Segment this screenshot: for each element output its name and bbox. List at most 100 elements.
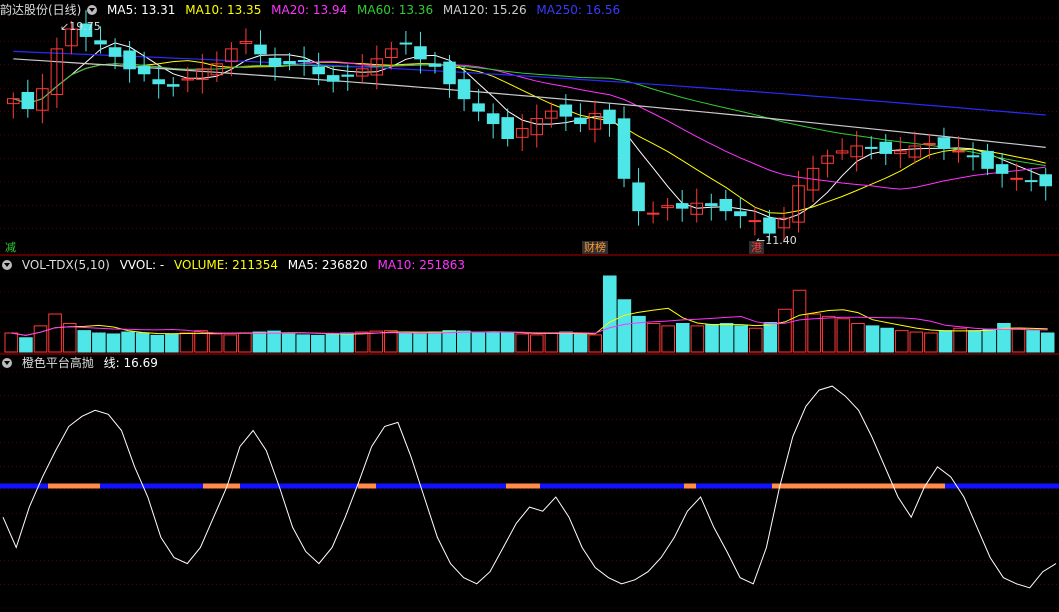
vol-ma10-legend: MA10: 251863 xyxy=(377,258,466,272)
candle-body xyxy=(21,91,35,110)
volume-bar xyxy=(997,323,1011,353)
volume-bar xyxy=(894,330,909,353)
volume-value-legend: VOLUME: 211354 xyxy=(174,258,278,272)
candle-body xyxy=(864,146,878,149)
candle-body xyxy=(995,164,1009,174)
volume-bar xyxy=(515,333,529,353)
volume-bar xyxy=(807,313,821,353)
osc-gear-icon[interactable] xyxy=(2,358,12,368)
candle-body xyxy=(981,150,994,169)
volume-legend: VOL-TDX(5,10) VVOL: - VOLUME: 211354 MA5… xyxy=(0,257,471,273)
osc-legend: 橙色平台高抛 线: 16.69 xyxy=(0,355,164,371)
settings-gear-icon[interactable] xyxy=(87,5,98,15)
candle-body xyxy=(574,117,587,125)
candle-body xyxy=(137,65,151,75)
volume-bar xyxy=(1040,332,1055,353)
vvol-legend: VVOL: - xyxy=(119,258,165,272)
volume-bar xyxy=(1026,330,1040,353)
volume-bar xyxy=(442,330,457,353)
volume-bar xyxy=(252,331,267,353)
volume-bar xyxy=(223,334,238,353)
ma250-legend: MA250: 16.56 xyxy=(536,3,621,17)
stock-chart[interactable] xyxy=(0,0,1059,612)
volume-bar xyxy=(719,323,734,353)
volume-gear-icon[interactable] xyxy=(2,260,12,270)
volume-bar xyxy=(530,334,544,353)
ma5-legend: MA5: 13.31 xyxy=(107,3,176,17)
volume-bar xyxy=(675,323,690,353)
candle-body xyxy=(632,182,645,212)
candle-body xyxy=(312,66,325,75)
volume-bar xyxy=(865,325,880,353)
candle-body xyxy=(283,60,296,65)
candle-body xyxy=(734,211,747,217)
ma120-line xyxy=(13,58,1046,148)
vol-ma5-legend: MA5: 236820 xyxy=(287,258,368,272)
high-price-label: ↙19.75 xyxy=(60,20,101,33)
volume-bar xyxy=(427,331,442,353)
candle-body xyxy=(486,113,500,125)
volume-bar xyxy=(661,325,675,353)
volume-bar xyxy=(194,330,208,353)
volume-bar xyxy=(836,318,851,353)
candle-body xyxy=(879,141,893,154)
osc-line-legend: 线: 16.69 xyxy=(103,356,158,370)
volume-bar xyxy=(851,323,865,353)
volume-bar xyxy=(690,325,705,353)
volume-bar xyxy=(48,313,62,353)
volume-bar xyxy=(325,333,340,353)
candle-body xyxy=(559,104,573,117)
volume-bar xyxy=(457,330,471,353)
candle-body xyxy=(472,103,485,112)
candle-body xyxy=(341,74,355,77)
volume-bar xyxy=(632,315,646,353)
ma120-legend: MA120: 15.26 xyxy=(442,3,527,17)
volume-bar xyxy=(33,325,48,353)
reduce-badge[interactable]: 减 xyxy=(3,241,18,254)
candle-body xyxy=(501,117,514,139)
candle-body xyxy=(326,75,340,82)
candle-body xyxy=(108,47,122,57)
hk-connect-badge[interactable]: 港 xyxy=(749,241,764,254)
candle-body xyxy=(152,79,165,85)
candle-body xyxy=(94,40,107,45)
ma10-legend: MA10: 13.35 xyxy=(185,3,262,17)
candle-body xyxy=(443,61,456,85)
candle-body xyxy=(923,142,936,145)
finance-rank-badge[interactable]: 财榜 xyxy=(582,241,608,254)
candle-body xyxy=(1039,174,1053,187)
volume-bar xyxy=(267,330,281,353)
volume-bar xyxy=(92,332,106,353)
volume-bar xyxy=(106,333,121,353)
ma60-legend: MA60: 13.36 xyxy=(357,3,434,17)
volume-bar xyxy=(938,330,953,353)
volume-bar xyxy=(982,328,997,353)
volume-bar xyxy=(150,334,165,353)
candle-body xyxy=(268,57,282,67)
volume-bar xyxy=(705,323,719,353)
volume-bar xyxy=(486,331,500,353)
volume-bar xyxy=(281,332,296,353)
volume-bar xyxy=(413,333,427,353)
volume-bar xyxy=(763,322,778,353)
candle-body xyxy=(1010,177,1023,180)
volume-bar xyxy=(909,331,924,353)
candle-body xyxy=(763,217,776,234)
volume-bar xyxy=(121,331,135,353)
volume-bar xyxy=(77,330,92,353)
volume-bar xyxy=(208,333,223,353)
volume-bar xyxy=(135,332,150,353)
volume-bar xyxy=(238,332,252,353)
candle-body xyxy=(1024,180,1038,183)
volume-bar xyxy=(471,332,486,353)
volume-bar xyxy=(296,334,311,353)
volume-bar xyxy=(646,323,661,353)
ma10-line xyxy=(13,60,1046,214)
volume-bar xyxy=(354,331,369,353)
candle-body xyxy=(297,60,311,63)
volume-bar xyxy=(19,337,33,353)
volume-bar xyxy=(398,332,413,353)
candle-body xyxy=(748,220,762,223)
ma20-line xyxy=(13,60,1046,190)
volume-bar xyxy=(573,333,588,353)
